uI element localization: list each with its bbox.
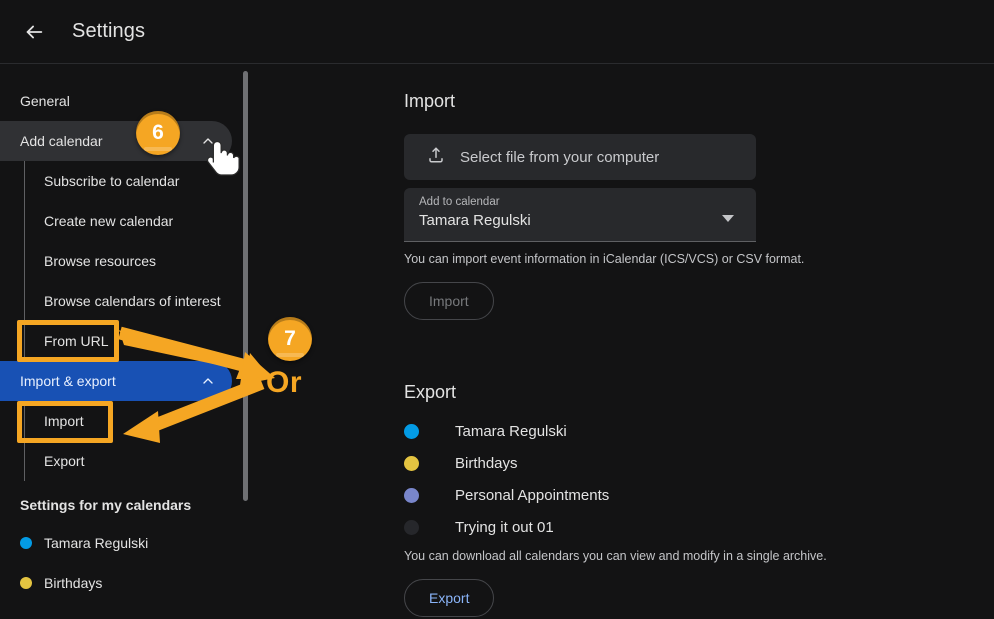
calendar-color-dot [404,487,419,503]
sidebar-item-label: Subscribe to calendar [44,173,180,189]
export-helper-text: You can download all calendars you can v… [404,549,827,563]
import-export-submenu: Import Export [0,401,252,481]
my-calendars-heading: Settings for my calendars [20,497,192,513]
import-helper-text: You can import event information in iCal… [404,252,805,266]
sidebar-item-subscribe-to-calendar[interactable]: Subscribe to calendar [24,161,252,201]
add-calendar-submenu: Subscribe to calendar Create new calenda… [0,161,252,361]
calendar-name: Birthdays [455,454,518,472]
export-calendar-row: Trying it out 01 [404,511,964,543]
calendar-name: Trying it out 01 [455,518,554,536]
sidebar-item-label: General [20,93,70,109]
chevron-up-icon[interactable] [200,133,216,149]
sidebar-item-browse-resources[interactable]: Browse resources [24,241,252,281]
step-badge-7: 7 [268,317,312,361]
export-calendar-row: Tamara Regulski [404,415,964,447]
sidebar-item-label: Import & export [20,373,116,389]
export-section-title: Export [404,382,457,402]
sidebar-item-label: Browse resources [44,253,157,269]
settings-content: Import Select file from your computer Ad… [404,65,964,619]
add-to-calendar-value: Tamara Regulski [419,212,531,229]
sidebar-item-import-and-export[interactable]: Import & export [0,361,232,401]
import-section-title: Import [404,91,456,111]
or-label: Or [266,366,303,399]
calendar-name: Birthdays [44,575,103,591]
sidebar-item-create-new-calendar[interactable]: Create new calendar [24,201,252,241]
calendar-color-dot [404,455,419,471]
chevron-down-icon[interactable] [722,215,734,222]
sidebar-item-label: Export [44,453,85,469]
sidebar-item-label: Add calendar [20,133,103,149]
arrow-left-icon [23,21,45,43]
export-calendar-row: Personal Appointments [404,479,964,511]
calendar-color-dot [404,423,419,439]
add-to-calendar-select[interactable]: Add to calendar Tamara Regulski [404,188,756,242]
sidebar-item-label: Create new calendar [44,213,174,229]
export-calendar-row: Birthdays [404,447,964,479]
select-file-button[interactable]: Select file from your computer [404,134,756,180]
back-button[interactable] [14,12,54,52]
calendar-name: Tamara Regulski [44,535,149,551]
sidebar-item-label: Import [44,413,84,429]
chevron-up-icon[interactable] [200,373,216,389]
sidebar-item-import[interactable]: Import [24,401,252,441]
app-header: Settings [0,0,994,64]
calendar-name: Tamara Regulski [455,422,567,440]
settings-page: Settings General Add calendar Subscribe … [0,0,994,619]
page-title: Settings [72,20,146,42]
sidebar-item-from-url[interactable]: From URL [24,321,252,361]
sidebar-item-label: Browse calendars of interest [44,293,221,309]
sidebar-calendar-item[interactable]: Birthdays [0,563,252,603]
add-to-calendar-label: Add to calendar [419,196,500,208]
select-file-label: Select file from your computer [460,148,660,166]
calendar-color-dot [20,537,32,549]
calendar-name: Personal Appointments [455,486,610,504]
sidebar-item-browse-calendars-of-interest[interactable]: Browse calendars of interest [24,281,252,321]
sidebar-item-add-calendar[interactable]: Add calendar [0,121,232,161]
sidebar-item-export[interactable]: Export [24,441,252,481]
sidebar-calendar-item[interactable]: Tamara Regulski [0,523,252,563]
import-button[interactable]: Import [404,282,494,320]
sidebar-item-general[interactable]: General [0,81,232,121]
settings-sidebar: General Add calendar Subscribe to calend… [0,65,252,619]
sidebar-scrollbar-thumb[interactable] [243,71,248,501]
export-button[interactable]: Export [404,579,495,617]
sidebar-item-label: From URL [44,333,109,349]
calendar-color-dot [20,577,32,589]
calendar-color-dot [404,519,419,535]
upload-icon [427,146,445,169]
